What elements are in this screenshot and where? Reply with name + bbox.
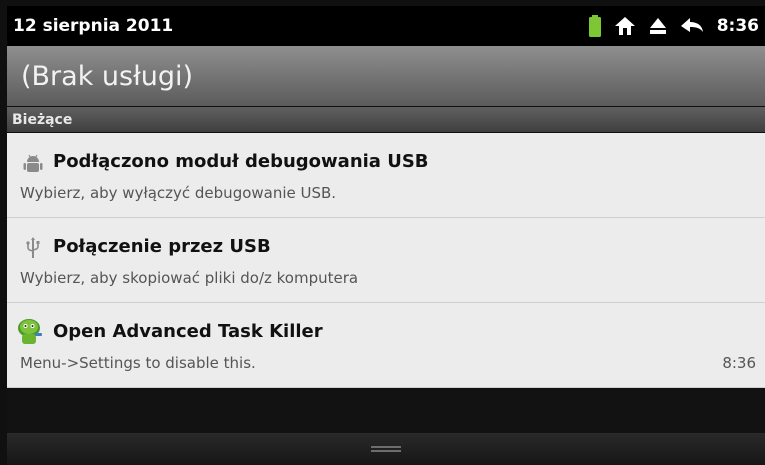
usb-icon — [21, 236, 45, 260]
notification-usb-connection[interactable]: Połączenie przez USB Wybierz, aby skopio… — [7, 218, 765, 303]
notification-subtitle: Wybierz, aby skopiować pliki do/z komput… — [20, 269, 359, 287]
notification-time: 8:36 — [722, 354, 756, 372]
notification-task-killer[interactable]: Open Advanced Task Killer Menu->Settings… — [7, 303, 765, 388]
notification-list: Podłączono moduł debugowania USB Wybierz… — [7, 133, 765, 388]
shade-drag-handle[interactable] — [7, 433, 765, 465]
task-killer-icon — [13, 315, 45, 347]
battery-icon — [588, 15, 601, 37]
status-bar: 12 sierpnia 2011 8:36 — [7, 6, 765, 46]
notification-shade: 12 sierpnia 2011 8:36 (Brak usługi) Bież… — [0, 0, 765, 465]
notification-subtitle: Wybierz, aby wyłączyć debugowanie USB. — [20, 184, 337, 202]
notification-title: Podłączono moduł debugowania USB — [53, 151, 429, 172]
section-header-ongoing: Bieżące — [7, 107, 765, 132]
status-date: 12 sierpnia 2011 — [13, 16, 174, 36]
notification-usb-debugging[interactable]: Podłączono moduł debugowania USB Wybierz… — [7, 133, 765, 218]
eject-icon — [649, 17, 667, 35]
drag-grip-icon — [371, 446, 401, 452]
notification-title: Połączenie przez USB — [53, 236, 271, 257]
empty-area — [7, 389, 765, 433]
android-debug-icon — [21, 151, 45, 175]
status-time: 8:36 — [716, 16, 759, 36]
section-label: Bieżące — [12, 111, 73, 128]
carrier-label: (Brak usługi) — [21, 60, 194, 92]
status-icons: 8:36 — [588, 15, 759, 37]
carrier-header: (Brak usługi) — [7, 46, 765, 106]
notification-subtitle: Menu->Settings to disable this. — [20, 354, 256, 372]
back-arrow-icon — [680, 18, 703, 34]
home-icon — [614, 17, 635, 35]
notification-title: Open Advanced Task Killer — [53, 321, 323, 342]
